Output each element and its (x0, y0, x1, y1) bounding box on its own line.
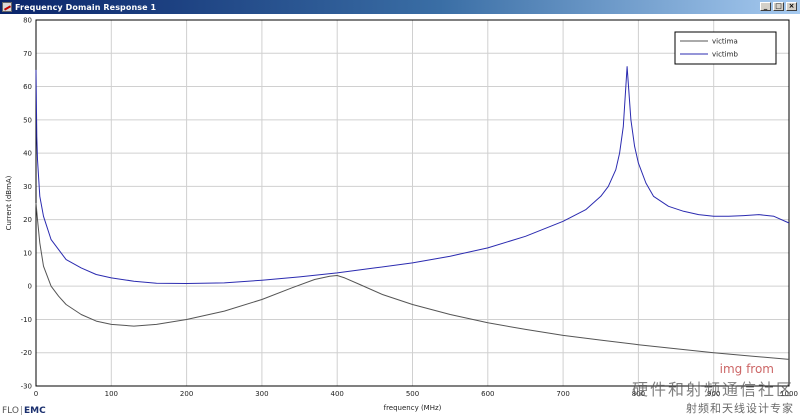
watermark-subtitle: 射频和天线设计专家 (686, 402, 794, 415)
logo-emc: EMC (24, 406, 46, 416)
close-button[interactable]: × (786, 2, 797, 11)
legend-label-victimb: victimb (712, 51, 738, 59)
tick-labels: 0 100 200 300 400 500 600 700 800 900 1000-30-20-1… (21, 17, 798, 399)
x-tick-label: 600 (481, 390, 494, 398)
app-icon (2, 2, 12, 12)
y-tick-label: 50 (23, 116, 32, 124)
y-tick-label: -30 (21, 383, 32, 391)
y-tick-label: -20 (21, 349, 32, 357)
logo-flo: FLO (2, 406, 19, 416)
legend-label-victima: victima (712, 38, 738, 46)
y-tick-label: 60 (23, 83, 32, 91)
floemc-logo: FLO | EMC (2, 406, 46, 416)
x-tick-label: 200 (180, 390, 193, 398)
x-axis-label: frequency (MHz) (384, 404, 442, 412)
maximize-button[interactable]: □ (773, 2, 784, 11)
watermark-img-from: img from (719, 362, 774, 376)
window-controls: _ □ × (760, 2, 797, 11)
x-tick-label: 300 (255, 390, 268, 398)
y-tick-label: -10 (21, 316, 32, 324)
x-tick-label: 100 (105, 390, 118, 398)
window-title: Frequency Domain Response 1 (15, 2, 157, 12)
y-tick-label: 80 (23, 17, 32, 25)
watermark: img from 硬件和射频通信社区 射频和天线设计专家 (632, 362, 794, 416)
y-axis-label: Current (dBmA) (5, 175, 13, 230)
y-tick-label: 40 (23, 150, 32, 158)
x-tick-label: 500 (406, 390, 419, 398)
logo-separator: | (19, 406, 24, 416)
minimize-button[interactable]: _ (760, 2, 771, 11)
y-tick-label: 30 (23, 183, 32, 191)
y-tick-label: 0 (28, 283, 32, 291)
y-tick-label: 70 (23, 50, 32, 58)
x-tick-label: 0 (34, 390, 38, 398)
x-tick-label: 400 (331, 390, 344, 398)
grid (35, 19, 790, 387)
frequency-response-chart: 0 100 200 300 400 500 600 700 800 900 1000-30-20-1… (5, 17, 798, 413)
y-tick-label: 20 (23, 216, 32, 224)
watermark-site-name: 硬件和射频通信社区 (631, 380, 794, 399)
window-titlebar[interactable]: Frequency Domain Response 1 _ □ × (0, 0, 800, 14)
legend: victima victimb (674, 31, 777, 65)
x-tick-label: 700 (556, 390, 569, 398)
y-tick-label: 10 (23, 249, 32, 257)
